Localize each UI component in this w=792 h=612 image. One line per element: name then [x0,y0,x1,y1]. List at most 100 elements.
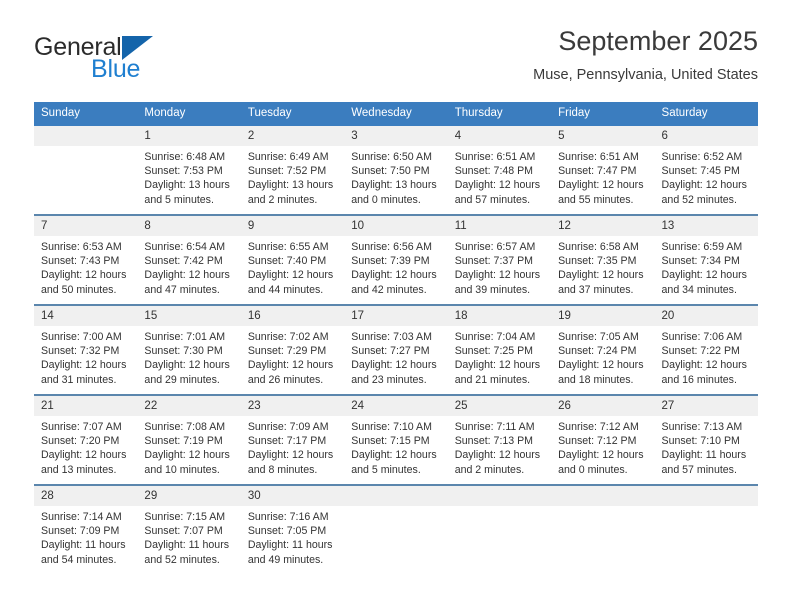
sunset-text: Sunset: 7:42 PM [144,255,223,268]
calendar-cell[interactable]: 26 Sunrise: 7:12 AM Sunset: 7:12 PM Dayligh… [551,394,655,485]
day-number: 12 [551,216,655,236]
calendar-cell[interactable]: 20 Sunrise: 7:06 AM Sunset: 7:22 PM Dayligh… [654,304,758,395]
day-cell: 13 Sunrise: 6:59 AM Sunset: 7:34 PM Dayligh… [654,216,758,304]
day-cell: 23 Sunrise: 7:09 AM Sunset: 7:17 PM Dayligh… [240,396,345,484]
calendar-cell[interactable]: 3 Sunrise: 6:50 AM Sunset: 7:50 PM Daylight… [344,126,448,215]
calendar-cell[interactable]: 8 Sunrise: 6:54 AM Sunset: 7:42 PM Daylight… [137,214,241,305]
calendar-cell[interactable]: 27 Sunrise: 7:13 AM Sunset: 7:10 PM Dayligh… [654,394,758,485]
page-title: September 2025 [558,26,758,56]
day-number: 23 [240,396,345,416]
calendar-cell[interactable]: 11 Sunrise: 6:57 AM Sunset: 7:37 PM Dayligh… [447,214,552,305]
sunset-text: Sunset: 7:32 PM [41,345,120,358]
day-details: Sunrise: 6:53 AM Sunset: 7:43 PM Daylight:… [34,236,137,297]
day-details: Sunrise: 7:13 AM Sunset: 7:10 PM Daylight:… [655,416,758,477]
calendar-week-row: 7 Sunrise: 6:53 AM Sunset: 7:43 PM Daylight… [34,214,758,305]
sunset-text: Sunset: 7:35 PM [558,255,637,268]
calendar-cell[interactable]: 6 Sunrise: 6:52 AM Sunset: 7:45 PM Daylight… [654,126,758,215]
sunset-text: Sunset: 7:07 PM [144,525,223,538]
sunrise-text: Sunrise: 6:48 AM [144,151,226,163]
daylight-text: Daylight: 11 hours and 54 minutes. [41,539,126,566]
calendar-cell[interactable]: 30 Sunrise: 7:16 AM Sunset: 7:05 PM Dayligh… [240,484,345,574]
sunset-text: Sunset: 7:25 PM [454,345,534,358]
day-number: 30 [240,486,345,506]
sunrise-text: Sunrise: 7:12 AM [558,421,639,433]
calendar-cell[interactable]: 9 Sunrise: 6:55 AM Sunset: 7:40 PM Daylight… [240,214,345,305]
weekday-header-saturday: Saturday [654,102,758,126]
day-cell: 7 Sunrise: 6:53 AM Sunset: 7:43 PM Daylight… [34,216,138,304]
sunrise-text: Sunrise: 7:11 AM [454,421,535,433]
weekday-header-tuesday: Tuesday [240,102,345,126]
calendar-table: Sunday Monday Tuesday Wednesday Thursday… [34,102,758,574]
calendar-cell[interactable]: 2 Sunrise: 6:49 AM Sunset: 7:52 PM Daylight… [240,126,345,215]
calendar-week-row: 14 Sunrise: 7:00 AM Sunset: 7:32 PM Dayligh… [34,304,758,395]
day-details: Sunrise: 6:56 AM Sunset: 7:39 PM Daylight:… [344,236,447,297]
day-cell: 26 Sunrise: 7:12 AM Sunset: 7:12 PM Dayligh… [551,396,655,484]
day-details: Sunrise: 7:10 AM Sunset: 7:15 PM Daylight:… [344,416,447,477]
day-number [34,126,138,146]
day-number [344,486,448,506]
day-details: Sunrise: 7:14 AM Sunset: 7:09 PM Daylight:… [34,506,137,567]
calendar-cell[interactable]: 1 Sunrise: 6:48 AM Sunset: 7:53 PM Daylight… [137,126,241,215]
sunrise-text: Sunrise: 7:05 AM [558,331,639,343]
sunrise-text: Sunrise: 6:49 AM [247,151,329,163]
day-details: Sunrise: 7:04 AM Sunset: 7:25 PM Daylight:… [448,326,551,387]
daylight-text: Daylight: 12 hours and 2 minutes. [454,449,541,476]
sunrise-text: Sunrise: 6:58 AM [558,241,639,253]
sunrise-text: Sunrise: 7:04 AM [454,331,536,343]
calendar-cell[interactable]: 5 Sunrise: 6:51 AM Sunset: 7:47 PM Daylight… [551,126,655,215]
calendar-cell[interactable]: 22 Sunrise: 7:08 AM Sunset: 7:19 PM Dayligh… [137,394,241,485]
calendar-cell[interactable]: 19 Sunrise: 7:05 AM Sunset: 7:24 PM Dayligh… [551,304,655,395]
calendar-cell-empty [344,484,448,574]
sunset-text: Sunset: 7:27 PM [351,345,430,358]
sunrise-text: Sunrise: 7:01 AM [144,331,226,343]
day-number: 27 [654,396,758,416]
calendar-cell[interactable]: 21 Sunrise: 7:07 AM Sunset: 7:20 PM Dayligh… [34,394,138,485]
day-details: Sunrise: 7:07 AM Sunset: 7:20 PM Daylight:… [34,416,137,477]
calendar-cell[interactable]: 12 Sunrise: 6:58 AM Sunset: 7:35 PM Dayligh… [551,214,655,305]
calendar-cell[interactable]: 13 Sunrise: 6:59 AM Sunset: 7:34 PM Dayligh… [654,214,758,305]
sunrise-text: Sunrise: 7:13 AM [661,421,743,433]
calendar-header-row: Sunday Monday Tuesday Wednesday Thursday… [34,102,758,126]
day-number: 6 [654,126,758,146]
day-cell: 25 Sunrise: 7:11 AM Sunset: 7:13 PM Dayligh… [447,396,552,484]
day-cell: 17 Sunrise: 7:03 AM Sunset: 7:27 PM Dayligh… [344,306,448,394]
calendar-cell[interactable]: 24 Sunrise: 7:10 AM Sunset: 7:15 PM Dayligh… [344,394,448,485]
day-number: 11 [447,216,552,236]
day-cell: 11 Sunrise: 6:57 AM Sunset: 7:37 PM Dayligh… [447,216,552,304]
calendar-cell[interactable]: 10 Sunrise: 6:56 AM Sunset: 7:39 PM Dayligh… [344,214,448,305]
calendar-cell[interactable]: 23 Sunrise: 7:09 AM Sunset: 7:17 PM Dayligh… [240,394,345,485]
day-details: Sunrise: 7:05 AM Sunset: 7:24 PM Daylight:… [551,326,654,387]
calendar-cell[interactable]: 25 Sunrise: 7:11 AM Sunset: 7:13 PM Dayligh… [447,394,552,485]
day-cell: 3 Sunrise: 6:50 AM Sunset: 7:50 PM Daylight… [344,126,448,214]
sunrise-text: Sunrise: 7:09 AM [247,421,329,433]
calendar-cell[interactable]: 7 Sunrise: 6:53 AM Sunset: 7:43 PM Daylight… [34,214,138,305]
day-cell: 19 Sunrise: 7:05 AM Sunset: 7:24 PM Dayligh… [551,306,655,394]
day-cell: 1 Sunrise: 6:48 AM Sunset: 7:53 PM Daylight… [137,126,241,214]
sunset-text: Sunset: 7:29 PM [247,345,327,358]
day-number [551,486,655,506]
calendar-cell[interactable]: 29 Sunrise: 7:15 AM Sunset: 7:07 PM Dayligh… [137,484,241,574]
calendar-cell[interactable]: 18 Sunrise: 7:04 AM Sunset: 7:25 PM Dayligh… [447,304,552,395]
sunset-text: Sunset: 7:24 PM [558,345,637,358]
day-details: Sunrise: 7:12 AM Sunset: 7:12 PM Daylight:… [551,416,654,477]
sunrise-text: Sunrise: 6:51 AM [454,151,536,163]
daylight-text: Daylight: 12 hours and 42 minutes. [351,269,437,296]
brand-logo[interactable]: General Blue [34,34,264,90]
calendar-cell[interactable]: 28 Sunrise: 7:14 AM Sunset: 7:09 PM Dayligh… [34,484,138,574]
day-cell: 28 Sunrise: 7:14 AM Sunset: 7:09 PM Dayligh… [34,486,138,574]
sunset-text: Sunset: 7:17 PM [247,435,327,448]
calendar-cell-empty [551,484,655,574]
calendar-cell[interactable]: 4 Sunrise: 6:51 AM Sunset: 7:48 PM Daylight… [447,126,552,215]
calendar-cell[interactable]: 17 Sunrise: 7:03 AM Sunset: 7:27 PM Dayligh… [344,304,448,395]
daylight-text: Daylight: 12 hours and 21 minutes. [454,359,541,386]
calendar-cell-empty [654,484,758,574]
day-cell: 2 Sunrise: 6:49 AM Sunset: 7:52 PM Daylight… [240,126,345,214]
day-number: 17 [344,306,448,326]
calendar-cell[interactable]: 15 Sunrise: 7:01 AM Sunset: 7:30 PM Dayligh… [137,304,241,395]
calendar-cell-empty [447,484,552,574]
day-cell: 27 Sunrise: 7:13 AM Sunset: 7:10 PM Dayligh… [654,396,758,484]
day-number: 4 [447,126,552,146]
calendar-cell[interactable]: 16 Sunrise: 7:02 AM Sunset: 7:29 PM Dayligh… [240,304,345,395]
day-number: 19 [551,306,655,326]
calendar-cell[interactable]: 14 Sunrise: 7:00 AM Sunset: 7:32 PM Dayligh… [34,304,138,395]
